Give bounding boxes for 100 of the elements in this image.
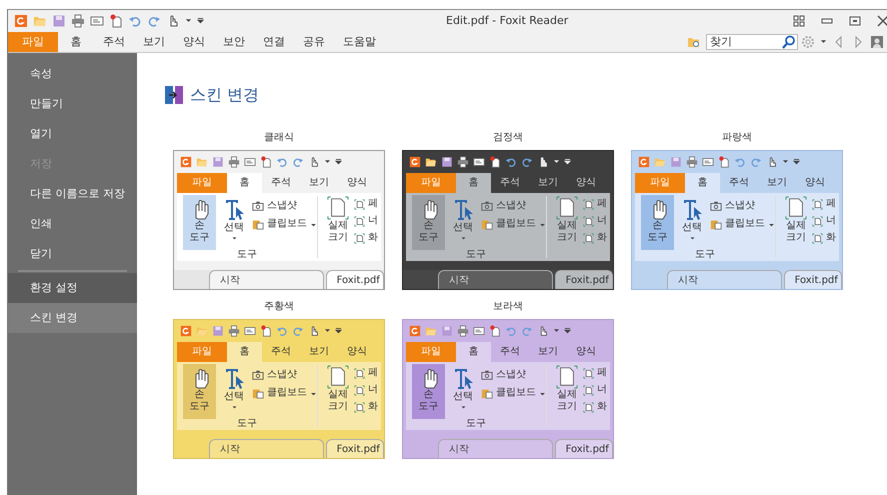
hand-tool-button: 손 도구 xyxy=(183,195,216,250)
clipboard-label: 클립보드 xyxy=(267,218,307,230)
preview-tab-label: 파일 xyxy=(406,173,456,193)
document-tab: Foxit.pdf xyxy=(326,439,384,458)
window-title: Edit.pdf - Foxit Reader xyxy=(446,12,568,29)
folder-search-icon[interactable] xyxy=(687,35,701,49)
view-label: 너 xyxy=(368,384,378,396)
preview-tab-label: 양식 xyxy=(575,345,597,359)
fit-page-icon xyxy=(354,384,365,396)
menu-tab[interactable]: 보기 xyxy=(134,32,174,52)
save-icon xyxy=(212,156,224,168)
preview-tab-label: 홈 xyxy=(685,173,720,193)
redo-icon xyxy=(521,156,533,168)
close-icon[interactable] xyxy=(876,14,887,28)
preview-tab-label: 주석 xyxy=(499,176,521,190)
app-logo-icon[interactable] xyxy=(14,14,28,28)
print-icon xyxy=(228,156,240,168)
menu-tab[interactable]: 공유 xyxy=(294,32,334,52)
snapshot-label: 스냅샷 xyxy=(725,200,755,212)
envelope-icon xyxy=(702,156,714,168)
skin-name: 주황색 xyxy=(263,300,295,314)
document-tab: Foxit.pdf xyxy=(784,270,842,289)
document-tab: 시작 xyxy=(667,270,782,289)
menu-tab[interactable]: 연결 xyxy=(254,32,294,52)
view-label: 페 xyxy=(597,367,607,379)
fit-page-icon xyxy=(354,216,365,226)
preview-tab-label: 홈 xyxy=(227,173,262,193)
actual-size-label: 크기 xyxy=(557,401,577,413)
sidebar-item[interactable]: 인쇄 xyxy=(8,209,137,239)
folder-icon xyxy=(196,156,208,168)
fit-page-icon xyxy=(354,198,365,210)
skin-preview[interactable]: 파일 홈 주석 보기 양식 손 도구 선택 스냅샷 클립보드 도구 실제 크기 페 너 화 시작 Foxit.pdf xyxy=(173,319,385,459)
clipboard-label: 클립보드 xyxy=(496,387,536,399)
snapshot-label: 스냅샷 xyxy=(496,200,526,212)
select-label: 선택 xyxy=(453,391,473,403)
sidebar-item[interactable]: 만들기 xyxy=(8,89,137,119)
view-label: 화 xyxy=(368,401,378,413)
text-cursor-icon xyxy=(223,198,245,222)
skin-preview[interactable]: 파일 홈 주석 보기 양식 손 도구 선택 스냅샷 클립보드 도구 실제 크기 페 너 화 시작 Foxit.pdf xyxy=(631,150,843,290)
redo-icon[interactable] xyxy=(147,14,161,28)
sidebar-item[interactable]: 열기 xyxy=(8,119,137,149)
preview-tab-label: 홈 xyxy=(227,342,262,362)
undo-icon[interactable] xyxy=(128,14,142,28)
clipboard-icon xyxy=(252,387,264,399)
new-document-icon[interactable] xyxy=(109,14,123,28)
page-icon xyxy=(556,196,578,220)
sidebar-item[interactable]: 환경 설정 xyxy=(8,273,137,303)
print-icon xyxy=(686,156,698,168)
redo-icon xyxy=(292,156,304,168)
sidebar-item[interactable]: 다른 이름으로 저장 xyxy=(8,179,137,209)
preview-tab-label: 주석 xyxy=(270,176,292,190)
preview-tab-label: 보기 xyxy=(537,345,559,359)
restore-icon[interactable] xyxy=(848,14,862,28)
new-document-icon xyxy=(260,325,272,337)
clipboard-label: 클립보드 xyxy=(725,218,765,230)
save-icon xyxy=(212,325,224,337)
fit-page-icon xyxy=(354,368,365,378)
menu-tab[interactable]: 주석 xyxy=(94,32,134,52)
layout-icon[interactable] xyxy=(792,14,806,28)
actual-size-label: 크기 xyxy=(557,232,577,244)
view-label: 화 xyxy=(826,232,836,244)
actual-size-label: 실제 xyxy=(328,220,348,232)
text-cursor-icon xyxy=(223,367,245,391)
fit-page-icon xyxy=(583,232,594,244)
view-label: 화 xyxy=(597,232,607,244)
actual-size-label: 실제 xyxy=(786,220,806,232)
user-icon[interactable] xyxy=(870,35,884,49)
preview-tab-label: 홈 xyxy=(456,173,491,193)
view-label: 너 xyxy=(368,215,378,227)
new-document-icon xyxy=(260,156,272,168)
menu-tab[interactable]: 보안 xyxy=(214,32,254,52)
skin-preview[interactable]: 파일 홈 주석 보기 양식 손 도구 선택 스냅샷 클립보드 도구 실제 크기 페 너 화 시작 Foxit.pdf xyxy=(402,150,614,290)
menu-tab[interactable]: 양식 xyxy=(174,32,214,52)
menu-tab[interactable]: 도움말 xyxy=(334,32,385,52)
print-icon[interactable] xyxy=(71,14,85,28)
view-label: 너 xyxy=(597,215,607,227)
fit-page-icon xyxy=(812,216,823,226)
camera-icon xyxy=(252,200,264,212)
skin-preview[interactable]: 파일 홈 주석 보기 양식 손 도구 선택 스냅샷 클립보드 도구 실제 크기 페 너 화 시작 Foxit.pdf xyxy=(402,319,614,459)
select-label: 선택 xyxy=(224,222,244,234)
undo-icon xyxy=(505,325,517,337)
hand-tool-button: 손 도구 xyxy=(183,364,216,419)
page-icon xyxy=(785,196,807,220)
preview-tab-label: 파일 xyxy=(406,342,456,362)
skin-preview[interactable]: 파일 홈 주석 보기 양식 손 도구 선택 스냅샷 클립보드 도구 실제 크기 페 너 화 시작 Foxit.pdf xyxy=(173,150,385,290)
preview-tab-label: 주석 xyxy=(499,345,521,359)
sidebar-item[interactable]: 닫기 xyxy=(8,239,137,269)
sidebar-item[interactable]: 속성 xyxy=(8,59,137,89)
search-field[interactable]: 찾기 xyxy=(706,34,798,50)
skin-name: 클래식 xyxy=(263,131,295,145)
folder-icon xyxy=(654,156,666,168)
new-document-icon xyxy=(489,325,501,337)
preview-tab-label: 양식 xyxy=(346,176,368,190)
preview-tab-label: 홈 xyxy=(456,342,491,362)
fit-page-icon xyxy=(812,232,823,244)
actual-size-label: 크기 xyxy=(786,232,806,244)
menu-tab[interactable]: 홈 xyxy=(58,32,94,52)
envelope-icon[interactable] xyxy=(90,14,104,28)
clipboard-icon xyxy=(252,218,264,230)
sidebar-item[interactable]: 스킨 변경 xyxy=(8,303,137,333)
